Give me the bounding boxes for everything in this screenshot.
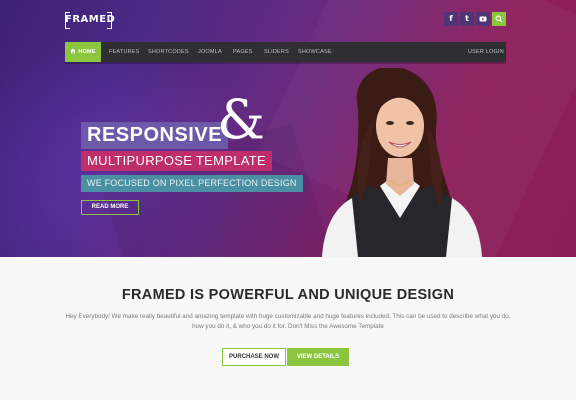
nav-item-shortcodes[interactable]: SHORTCODES <box>148 42 189 62</box>
nav-item-home[interactable]: HOME <box>65 42 101 62</box>
nav-item-joomla[interactable]: JOOMLA <box>198 42 222 62</box>
search-button[interactable] <box>492 12 506 26</box>
nav-item-showcase[interactable]: SHOWCASE <box>298 42 332 62</box>
section-title: FRAMED IS POWERFUL AND UNIQUE DESIGN <box>121 287 455 303</box>
read-more-button[interactable]: READ MORE <box>81 200 139 215</box>
facebook-icon[interactable]: f <box>444 12 458 26</box>
search-icon <box>495 15 503 23</box>
view-details-button[interactable]: VIEW DETAILS <box>287 348 349 366</box>
site-logo[interactable]: FRAMED <box>65 12 115 29</box>
hero-ampersand: & <box>217 88 266 151</box>
nav-home-label: HOME <box>78 49 96 55</box>
main-navigation: HOME FEATURES SHORTCODES JOOMLA PAGES SL… <box>65 42 506 64</box>
hero-woman-photo <box>322 68 482 257</box>
nav-item-features[interactable]: FEATURES <box>109 42 140 62</box>
twitter-icon[interactable]: t <box>460 12 474 26</box>
purchase-now-button[interactable]: PURCHASE NOW <box>222 348 286 366</box>
user-login-link[interactable]: USER LOGIN <box>468 42 504 62</box>
section-description: Hey Everybody! We make really beautiful … <box>65 313 511 330</box>
nav-item-pages[interactable]: PAGES <box>233 42 253 62</box>
youtube-icon <box>479 16 487 22</box>
youtube-icon[interactable] <box>476 12 490 26</box>
home-icon <box>70 48 77 54</box>
nav-item-sliders[interactable]: SLIDERS <box>264 42 289 62</box>
hero-tagline: WE FOCUSED ON PIXEL PERFECTION DESIGN <box>81 175 303 192</box>
hero-subheadline: MULTIPURPOSE TEMPLATE <box>81 151 272 171</box>
hero-headline: RESPONSIVE <box>81 122 229 149</box>
